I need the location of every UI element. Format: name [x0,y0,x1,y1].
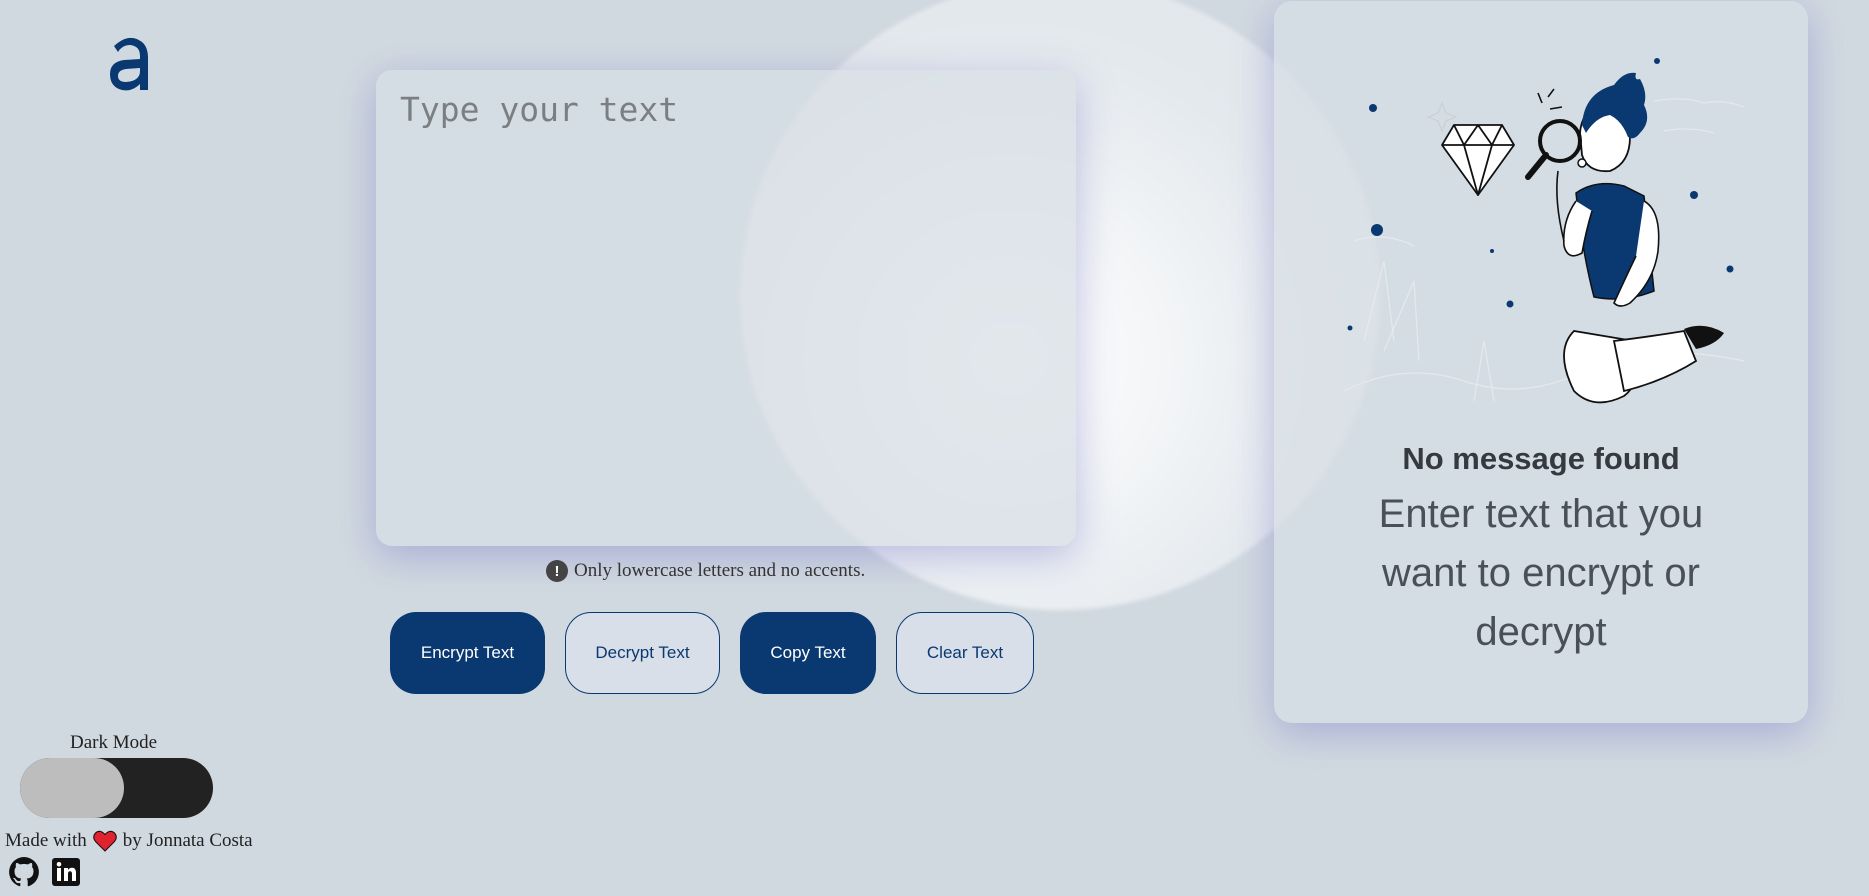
exclamation-icon: ! [546,560,568,582]
text-input-card [376,70,1076,546]
heart-icon [93,830,117,852]
author-text: by Jonnata Costa [122,830,253,851]
copy-button[interactable]: Copy Text [740,612,876,694]
output-panel: No message found Enter text that you wan… [1274,1,1808,723]
dark-mode-toggle[interactable] [20,758,213,818]
dark-mode-label: Dark Mode [70,732,158,753]
linkedin-icon[interactable] [50,856,82,888]
no-message-title: No message found [1402,441,1680,476]
text-input[interactable] [376,70,1076,546]
hint-text: Only lowercase letters and no accents. [574,560,866,581]
brand-logo[interactable] [104,26,154,96]
input-hint: ! Only lowercase letters and no accents. [546,560,865,582]
person-magnifier-illustration [1343,58,1745,404]
footer-credit: Made with by Jonnata Costa [5,830,253,852]
clear-button[interactable]: Clear Text [896,612,1034,694]
decrypt-button[interactable]: Decrypt Text [565,612,720,694]
toggle-knob [20,758,124,818]
made-with-text: Made with [5,830,87,851]
no-message-description: Enter text that you want to encrypt or d… [1378,492,1704,654]
social-links [8,856,82,888]
github-icon[interactable] [8,856,40,888]
encrypt-button[interactable]: Encrypt Text [390,612,545,694]
